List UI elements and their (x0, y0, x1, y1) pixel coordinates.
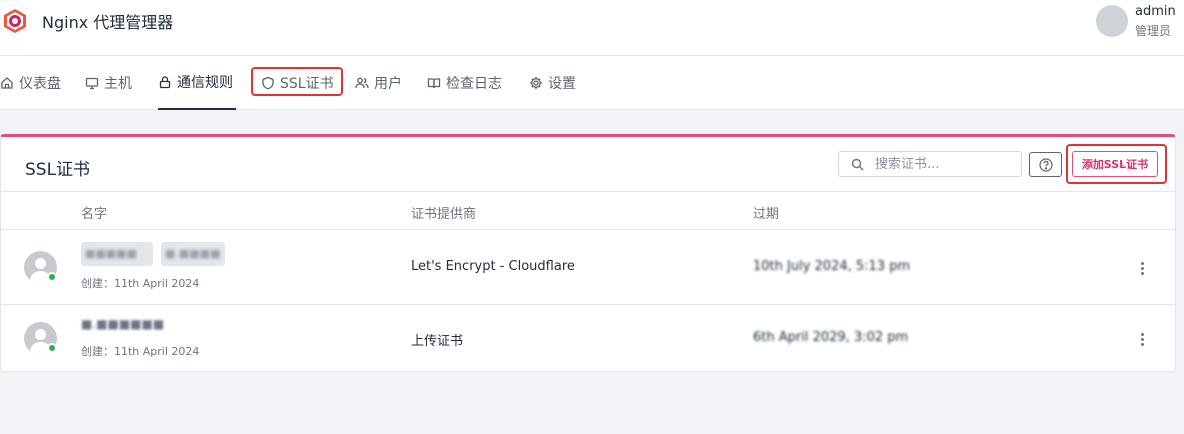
expiry-cell: 6th April 2029, 3:02 pm (753, 330, 909, 345)
column-header-name: 名字 (81, 207, 108, 222)
row-menu-icon[interactable] (1141, 333, 1145, 348)
users-icon (355, 77, 369, 89)
nav-label-audit-log: 检查日志 (446, 76, 502, 92)
monitor-icon (85, 77, 99, 90)
column-header-provider: 证书提供商 (411, 207, 477, 222)
main-nav: 仪表盘 主机 通信规则 SSL证书 用户 检查日志 设置 (0, 56, 1184, 110)
add-button-highlight-box (1066, 144, 1167, 184)
expiry-cell: 10th July 2024, 5:13 pm (753, 259, 911, 274)
status-dot (47, 343, 57, 353)
created-date: 创建：11th April 2024 (81, 277, 200, 290)
nav-item-dashboard[interactable]: 仪表盘 (0, 56, 61, 110)
nav-label-hosts: 主机 (104, 76, 132, 92)
card-title: SSL证书 (25, 160, 91, 180)
domain-chip: ■■■■■ (81, 242, 153, 266)
search-input[interactable] (875, 154, 1015, 174)
nav-label-settings: 设置 (548, 76, 576, 92)
app-title[interactable]: Nginx 代理管理器 (42, 9, 173, 33)
app-logo-icon[interactable] (2, 8, 28, 34)
lock-icon (159, 76, 171, 89)
nav-item-hosts[interactable]: 主机 (85, 56, 132, 110)
header-divider (1, 191, 1175, 192)
user-role: 管理员 (1135, 24, 1172, 38)
row-menu-icon[interactable] (1141, 262, 1145, 277)
ssl-nav-highlight-box (251, 67, 343, 96)
certificate-name: ■.■■■■■■ (81, 317, 165, 331)
book-icon (427, 78, 441, 89)
status-dot (47, 272, 57, 282)
user-name[interactable]: admin (1135, 4, 1176, 19)
gear-icon (530, 77, 542, 89)
table-row[interactable]: ■.■■■■■■ 创建：11th April 2024 上传证书 6th Apr… (1, 305, 1175, 371)
nav-item-users[interactable]: 用户 (355, 56, 402, 110)
column-header-expiry: 过期 (753, 207, 780, 222)
nav-label-dashboard: 仪表盘 (19, 76, 61, 92)
nav-item-audit-log[interactable]: 检查日志 (427, 56, 502, 110)
created-date: 创建：11th April 2024 (81, 345, 200, 358)
table-row[interactable]: ■■■■■ ■.■■■■ 创建：11th April 2024 Let's En… (1, 230, 1175, 304)
help-icon (1038, 157, 1053, 172)
nav-label-users: 用户 (374, 76, 402, 92)
ssl-certificates-card: SSL证书 添加SSL证书 名字 证书提供商 过期 ■■■■■ ■.■■■■ 创… (0, 134, 1176, 372)
home-icon (1, 77, 13, 89)
domain-chip: ■.■■■■ (161, 242, 225, 266)
nav-label-access-lists: 通信规则 (177, 75, 233, 91)
top-header: Nginx 代理管理器 admin 管理员 (0, 0, 1184, 56)
search-icon (851, 158, 864, 171)
help-button[interactable] (1029, 152, 1062, 177)
search-box[interactable] (838, 151, 1022, 177)
nav-item-access-lists[interactable]: 通信规则 (158, 56, 236, 110)
user-avatar[interactable] (1096, 5, 1128, 37)
provider-cell: Let's Encrypt - Cloudflare (411, 259, 575, 274)
nav-item-settings[interactable]: 设置 (529, 56, 576, 110)
provider-cell: 上传证书 (411, 334, 464, 349)
